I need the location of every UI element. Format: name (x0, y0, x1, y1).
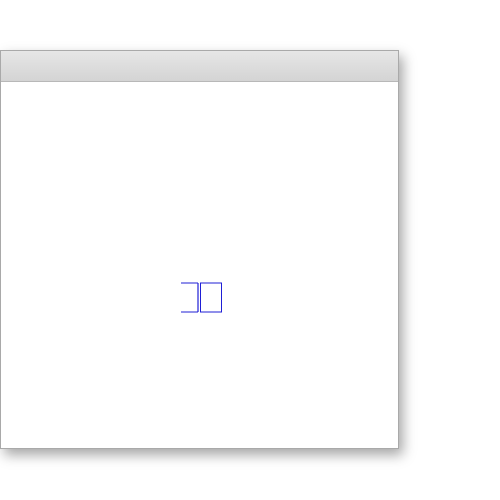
split-box-icon[interactable] (180, 281, 223, 314)
app-window (0, 50, 399, 449)
window-titlebar[interactable] (1, 51, 398, 82)
window-content (1, 82, 398, 448)
